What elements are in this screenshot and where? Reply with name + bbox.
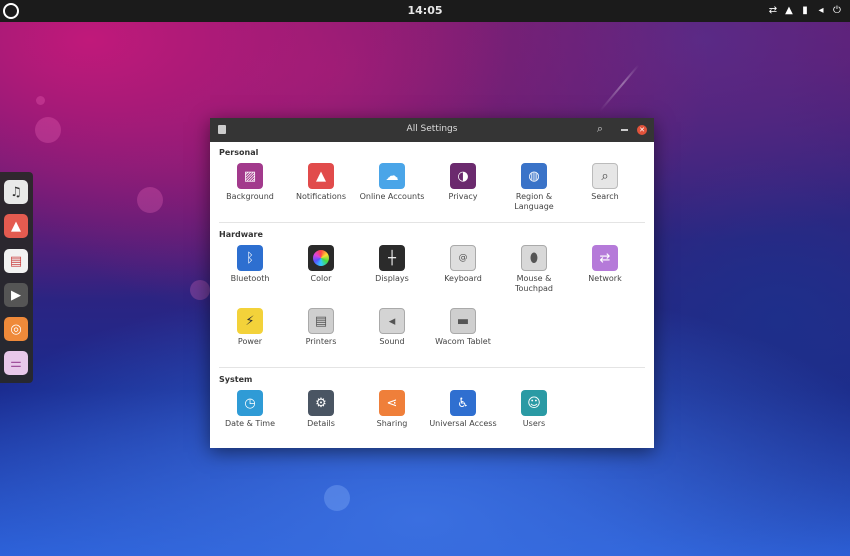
item-label: Online Accounts: [359, 192, 425, 201]
accessibility-icon: ♿: [450, 390, 476, 416]
settings-item-search[interactable]: ⌕ Search: [570, 163, 640, 202]
item-label: Notifications: [295, 192, 347, 201]
bluetooth-icon: ᛒ: [237, 245, 263, 271]
settings-item-date-time[interactable]: ◷ Date & Time: [215, 390, 285, 429]
wallpaper-streak: [599, 64, 640, 112]
settings-item-universal-access[interactable]: ♿ Universal Access: [428, 390, 498, 429]
settings-item-printers[interactable]: ▤ Printers: [286, 308, 356, 347]
close-button[interactable]: ✕: [637, 125, 647, 135]
notification-bell-icon[interactable]: ▲: [784, 4, 794, 17]
item-label: Universal Access: [429, 419, 497, 428]
section-divider: [219, 222, 645, 223]
settings-item-privacy[interactable]: ◑ Privacy: [428, 163, 498, 202]
item-label: Displays: [375, 274, 409, 283]
globe-icon: ◍: [521, 163, 547, 189]
software-app-icon[interactable]: ◎: [4, 317, 28, 341]
power-icon: ⚡: [237, 308, 263, 334]
section-title-personal: Personal: [219, 148, 259, 157]
item-label: Keyboard: [444, 274, 482, 283]
settings-item-wacom-tablet[interactable]: ▬ Wacom Tablet: [428, 308, 498, 347]
item-label: Wacom Tablet: [435, 337, 491, 346]
settings-item-notifications[interactable]: ▲ Notifications: [286, 163, 356, 202]
settings-item-power[interactable]: ⚡ Power: [215, 308, 285, 347]
settings-item-background[interactable]: ▨ Background: [215, 163, 285, 202]
settings-item-displays[interactable]: ┼ Displays: [357, 245, 427, 284]
video-app-icon[interactable]: ▶: [4, 283, 28, 307]
clock[interactable]: 14:05: [0, 4, 850, 17]
music-app-icon[interactable]: ♫: [4, 180, 28, 204]
settings-item-sharing[interactable]: ⋖ Sharing: [357, 390, 427, 429]
search-button[interactable]: ⌕: [593, 122, 607, 136]
item-label: Color: [310, 274, 332, 283]
settings-app-icon[interactable]: ⚌: [4, 351, 28, 375]
mouse-icon: ⬮: [521, 245, 547, 271]
network-icon[interactable]: ⇄: [768, 4, 778, 17]
wallpaper-bokeh: [35, 117, 61, 143]
photos-app-icon[interactable]: ▲: [4, 214, 28, 238]
clock-icon: ◷: [237, 390, 263, 416]
item-label: Sharing: [376, 419, 408, 428]
top-panel: 14:05 ⇄ ▲ ▮ ◂ ⏻: [0, 0, 850, 22]
wallpaper-bokeh: [324, 485, 350, 511]
gear-icon: ⚙: [308, 390, 334, 416]
user-icon: ☺: [521, 390, 547, 416]
color-wheel-icon: [308, 245, 334, 271]
section-title-hardware: Hardware: [219, 230, 263, 239]
settings-item-network[interactable]: ⇄ Network: [570, 245, 640, 284]
settings-item-bluetooth[interactable]: ᛒ Bluetooth: [215, 245, 285, 284]
bell-icon: ▲: [308, 163, 334, 189]
item-label: Background: [226, 192, 274, 201]
keyboard-key-icon: @: [450, 245, 476, 271]
power-icon[interactable]: ⏻: [832, 4, 842, 17]
battery-icon[interactable]: ▮: [800, 4, 810, 17]
minimize-button[interactable]: [621, 129, 628, 131]
network-icon: ⇄: [592, 245, 618, 271]
wallpaper-bokeh: [137, 187, 163, 213]
speaker-icon: ◂: [379, 308, 405, 334]
settings-item-mouse-touchpad[interactable]: ⬮ Mouse & Touchpad: [499, 245, 569, 294]
item-label: Details: [307, 419, 335, 428]
item-label: Printers: [305, 337, 337, 346]
settings-item-keyboard[interactable]: @ Keyboard: [428, 245, 498, 284]
share-icon: ⋖: [379, 390, 405, 416]
dock: ♫ ▲ ▤ ▶ ◎ ⚌: [0, 172, 33, 383]
system-tray: ⇄ ▲ ▮ ◂ ⏻: [768, 4, 842, 17]
item-label: Users: [522, 419, 546, 428]
display-icon: ┼: [379, 245, 405, 271]
background-icon: ▨: [237, 163, 263, 189]
settings-item-online-accounts[interactable]: ☁ Online Accounts: [357, 163, 427, 202]
item-label: Search: [591, 192, 619, 201]
section-title-system: System: [219, 375, 253, 384]
item-label: Privacy: [448, 192, 478, 201]
item-label: Date & Time: [224, 419, 276, 428]
tablet-icon: ▬: [450, 308, 476, 334]
wallpaper-bokeh: [36, 96, 45, 105]
magnifier-icon: ⌕: [592, 163, 618, 189]
mask-icon: ◑: [450, 163, 476, 189]
settings-item-details[interactable]: ⚙ Details: [286, 390, 356, 429]
calendar-app-icon[interactable]: ▤: [4, 249, 28, 273]
item-label: Network: [588, 274, 622, 283]
settings-item-users[interactable]: ☺ Users: [499, 390, 569, 429]
wallpaper-bokeh: [190, 280, 210, 300]
printer-icon: ▤: [308, 308, 334, 334]
settings-item-region-language[interactable]: ◍ Region & Language: [499, 163, 569, 212]
item-label: Mouse & Touchpad: [514, 274, 554, 293]
window-title: All Settings: [406, 124, 458, 134]
settings-item-color[interactable]: Color: [286, 245, 356, 284]
settings-window: All Settings ⌕ ✕ Personal ▨ Background ▲…: [210, 118, 654, 448]
volume-icon[interactable]: ◂: [816, 4, 826, 17]
item-label: Sound: [379, 337, 405, 346]
item-label: Power: [237, 337, 263, 346]
titlebar[interactable]: All Settings ⌕ ✕: [210, 118, 654, 142]
item-label: Region & Language: [514, 192, 554, 211]
cloud-icon: ☁: [379, 163, 405, 189]
item-label: Bluetooth: [230, 274, 270, 283]
section-divider: [219, 367, 645, 368]
settings-item-sound[interactable]: ◂ Sound: [357, 308, 427, 347]
